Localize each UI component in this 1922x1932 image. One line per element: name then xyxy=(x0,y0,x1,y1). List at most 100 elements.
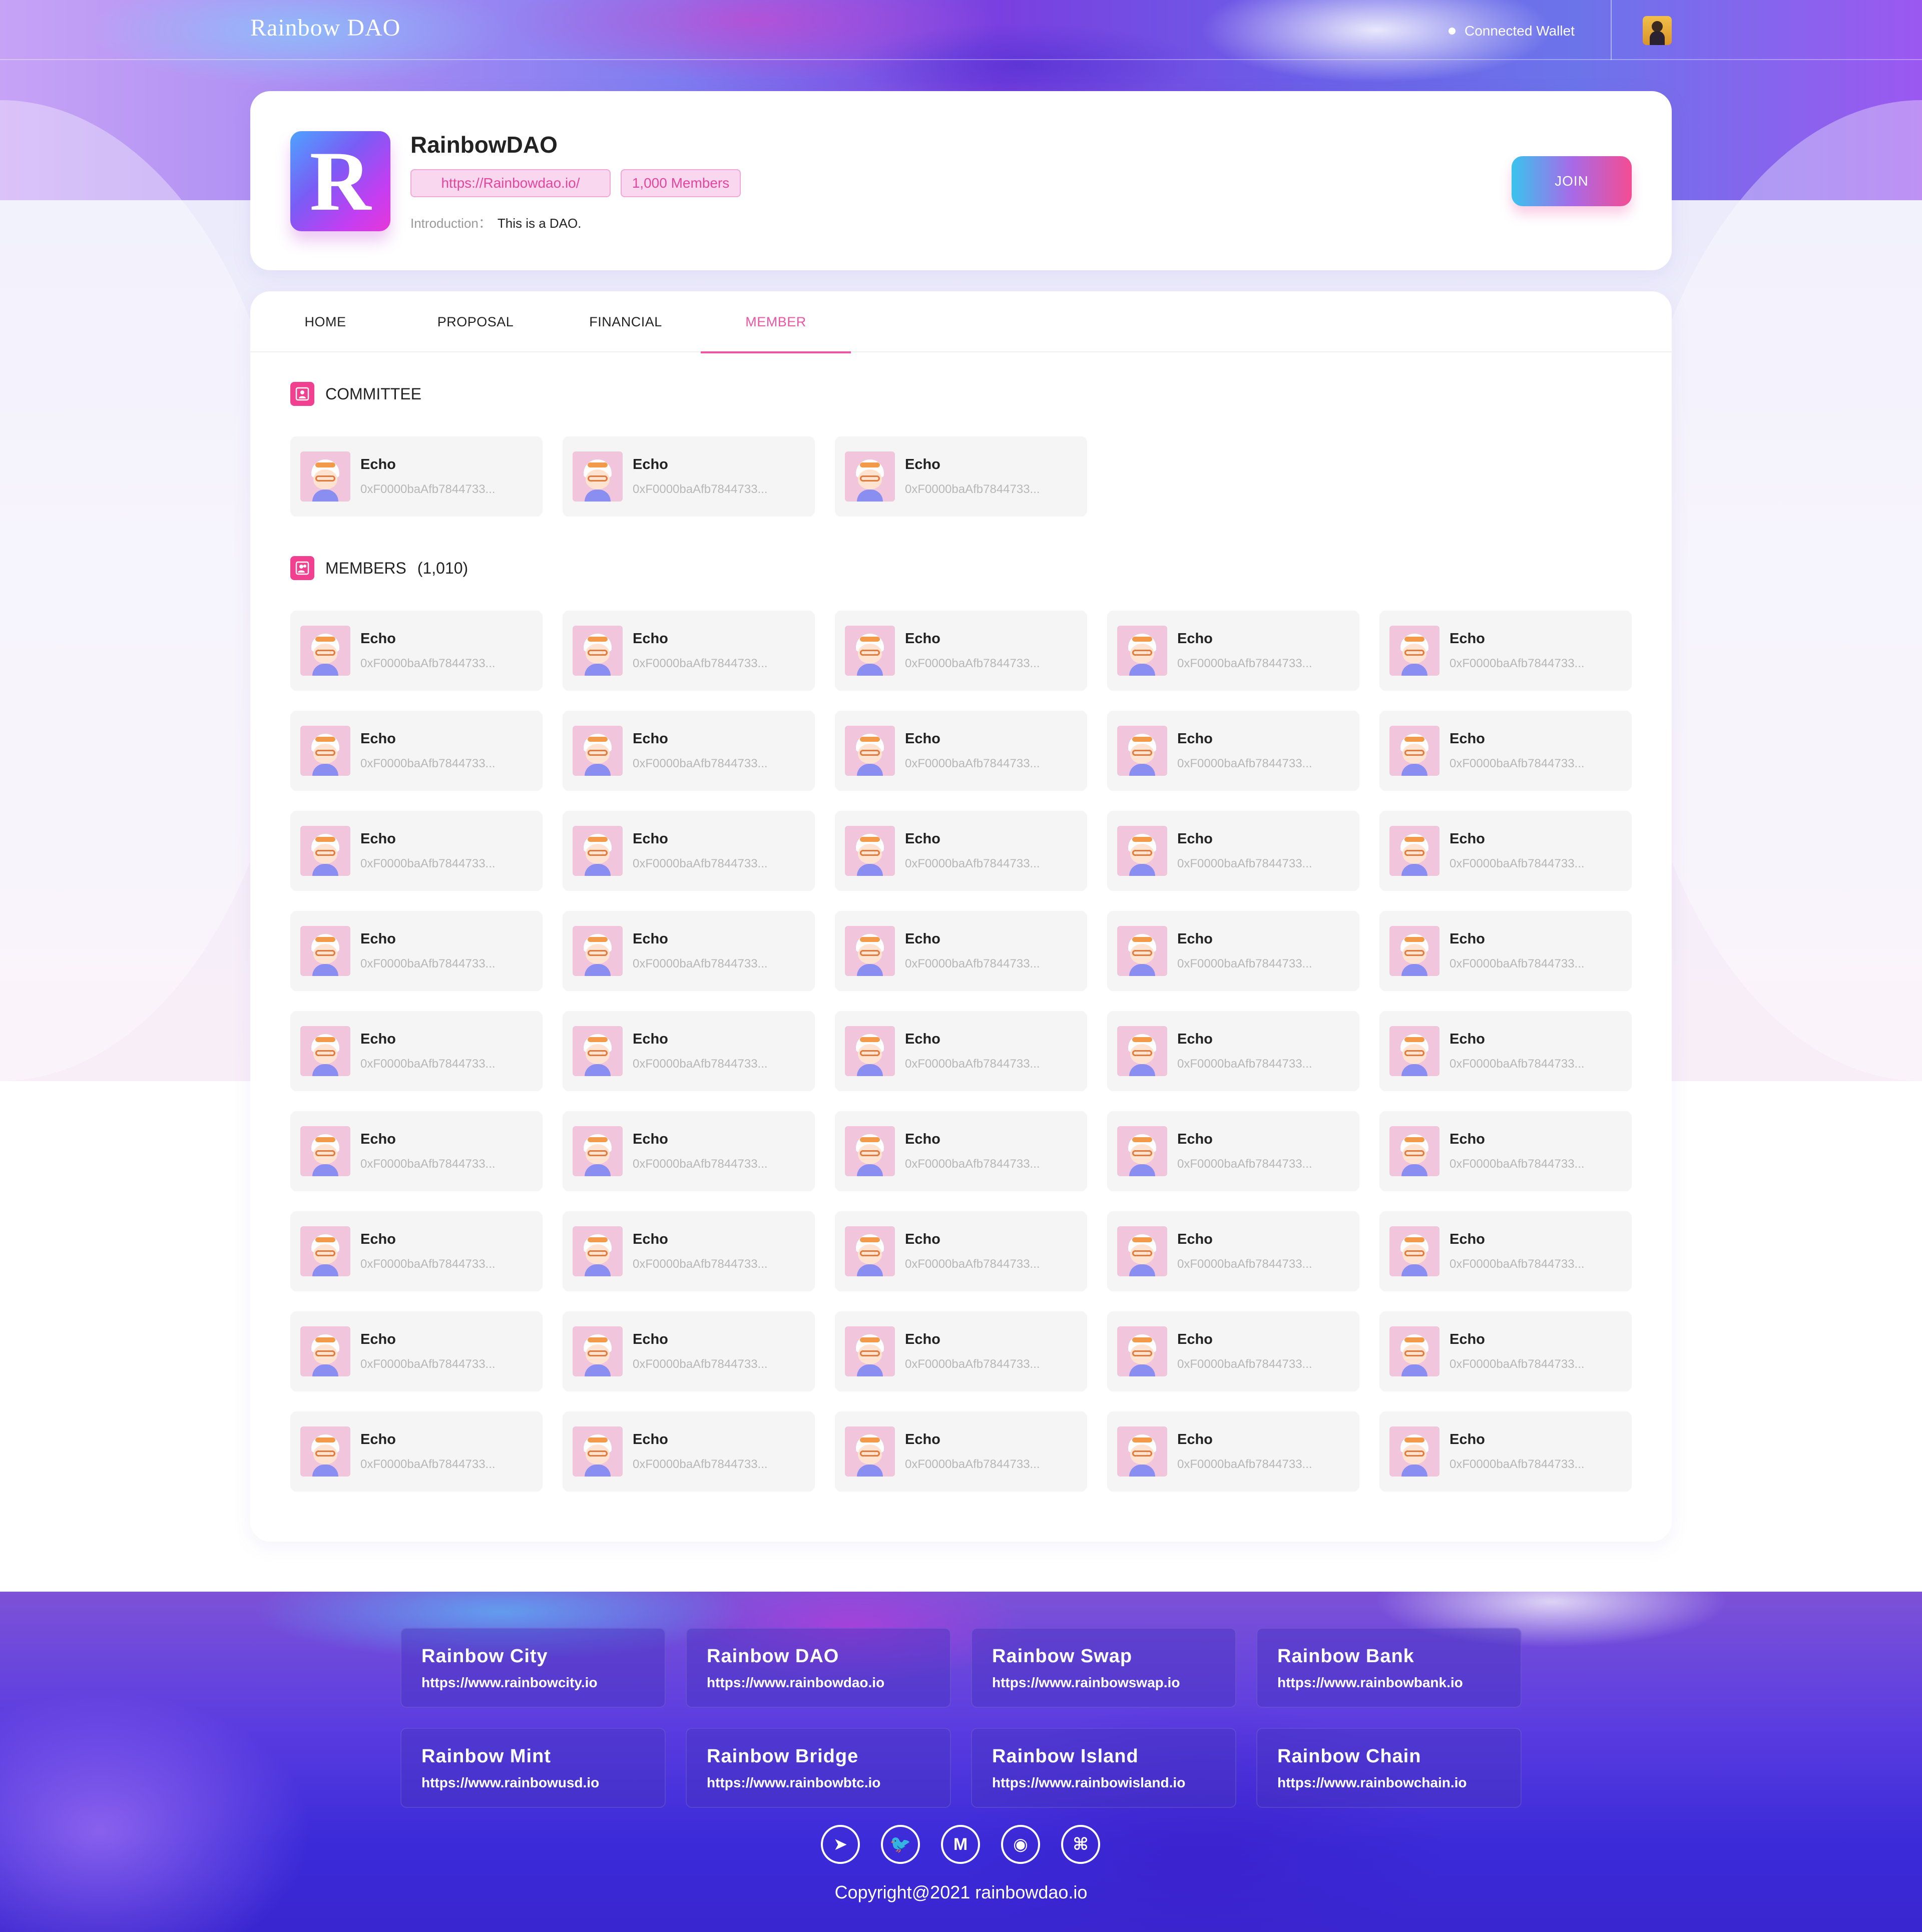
join-button[interactable]: JOIN xyxy=(1512,156,1632,206)
member-address: 0xF0000baAfb7844733... xyxy=(1177,1357,1312,1371)
member-name: Echo xyxy=(360,1031,396,1047)
tab-financial[interactable]: FINANCIAL xyxy=(551,291,701,352)
member-avatar-icon xyxy=(1117,1026,1167,1076)
member-card[interactable]: Echo 0xF0000baAfb7844733... xyxy=(563,911,815,991)
discord-icon[interactable]: ◉ xyxy=(1001,1825,1040,1864)
member-card[interactable]: Echo 0xF0000baAfb7844733... xyxy=(563,611,815,691)
member-card[interactable]: Echo 0xF0000baAfb7844733... xyxy=(835,911,1087,991)
member-card[interactable]: Echo 0xF0000baAfb7844733... xyxy=(563,811,815,891)
member-address: 0xF0000baAfb7844733... xyxy=(1450,1257,1585,1271)
member-card[interactable]: Echo 0xF0000baAfb7844733... xyxy=(1379,711,1632,791)
member-card[interactable]: Echo 0xF0000baAfb7844733... xyxy=(290,711,543,791)
member-card[interactable]: Echo 0xF0000baAfb7844733... xyxy=(290,436,543,517)
member-address: 0xF0000baAfb7844733... xyxy=(905,482,1040,496)
member-name: Echo xyxy=(360,1231,396,1247)
member-card[interactable]: Echo 0xF0000baAfb7844733... xyxy=(835,611,1087,691)
member-address: 0xF0000baAfb7844733... xyxy=(905,1057,1040,1071)
footer-link-rainbow-mint[interactable]: Rainbow Mint https://www.rainbowusd.io xyxy=(400,1728,666,1808)
member-address: 0xF0000baAfb7844733... xyxy=(360,1157,496,1171)
social-links: ➤ 🐦 M ◉ ⌘ xyxy=(821,1825,1101,1865)
member-card[interactable]: Echo 0xF0000baAfb7844733... xyxy=(563,1411,815,1492)
footer-link-title: Rainbow Island xyxy=(992,1746,1139,1767)
member-name: Echo xyxy=(1177,931,1213,947)
member-card[interactable]: Echo 0xF0000baAfb7844733... xyxy=(1107,1011,1359,1091)
member-card[interactable]: Echo 0xF0000baAfb7844733... xyxy=(1379,811,1632,891)
member-card[interactable]: Echo 0xF0000baAfb7844733... xyxy=(290,811,543,891)
twitter-icon[interactable]: 🐦 xyxy=(881,1825,920,1864)
member-card[interactable]: Echo 0xF0000baAfb7844733... xyxy=(1379,1011,1632,1091)
member-card[interactable]: Echo 0xF0000baAfb7844733... xyxy=(290,611,543,691)
footer-link-url: https://www.rainbowusd.io xyxy=(421,1775,600,1790)
github-icon[interactable]: ⌘ xyxy=(1061,1825,1100,1864)
member-card[interactable]: Echo 0xF0000baAfb7844733... xyxy=(290,1411,543,1492)
member-avatar-icon xyxy=(300,926,350,976)
footer-link-rainbow-island[interactable]: Rainbow Island https://www.rainbowisland.… xyxy=(971,1728,1236,1808)
member-avatar-icon xyxy=(845,1226,895,1276)
header-divider xyxy=(1611,0,1612,60)
telegram-icon[interactable]: ➤ xyxy=(821,1825,860,1864)
member-name: Echo xyxy=(360,456,396,472)
user-avatar-icon[interactable] xyxy=(1643,16,1672,45)
member-card[interactable]: Echo 0xF0000baAfb7844733... xyxy=(563,1311,815,1391)
member-card[interactable]: Echo 0xF0000baAfb7844733... xyxy=(835,1111,1087,1191)
member-card[interactable]: Echo 0xF0000baAfb7844733... xyxy=(835,436,1087,517)
site-logo[interactable]: Rainbow DAO xyxy=(250,14,400,44)
member-card[interactable]: Echo 0xF0000baAfb7844733... xyxy=(1107,811,1359,891)
member-card[interactable]: Echo 0xF0000baAfb7844733... xyxy=(1379,1111,1632,1191)
member-card[interactable]: Echo 0xF0000baAfb7844733... xyxy=(290,1011,543,1091)
member-card[interactable]: Echo 0xF0000baAfb7844733... xyxy=(835,1311,1087,1391)
member-name: Echo xyxy=(1450,1131,1485,1147)
member-card[interactable]: Echo 0xF0000baAfb7844733... xyxy=(835,711,1087,791)
member-card[interactable]: Echo 0xF0000baAfb7844733... xyxy=(563,436,815,517)
medium-icon[interactable]: M xyxy=(941,1825,980,1864)
member-card[interactable]: Echo 0xF0000baAfb7844733... xyxy=(290,1211,543,1291)
member-avatar-icon xyxy=(1389,1326,1439,1376)
member-card[interactable]: Echo 0xF0000baAfb7844733... xyxy=(1379,1311,1632,1391)
member-avatar-icon xyxy=(300,726,350,776)
member-card[interactable]: Echo 0xF0000baAfb7844733... xyxy=(1107,1111,1359,1191)
member-card[interactable]: Echo 0xF0000baAfb7844733... xyxy=(1379,611,1632,691)
member-card[interactable]: Echo 0xF0000baAfb7844733... xyxy=(1107,1211,1359,1291)
member-card[interactable]: Echo 0xF0000baAfb7844733... xyxy=(1379,911,1632,991)
member-card[interactable]: Echo 0xF0000baAfb7844733... xyxy=(563,711,815,791)
footer-link-rainbow-bridge[interactable]: Rainbow Bridge https://www.rainbowbtc.io xyxy=(686,1728,951,1808)
member-card[interactable]: Echo 0xF0000baAfb7844733... xyxy=(1379,1211,1632,1291)
member-card[interactable]: Echo 0xF0000baAfb7844733... xyxy=(1107,611,1359,691)
member-address: 0xF0000baAfb7844733... xyxy=(360,657,496,670)
member-name: Echo xyxy=(905,1331,940,1347)
member-card[interactable]: Echo 0xF0000baAfb7844733... xyxy=(1107,1311,1359,1391)
member-card[interactable]: Echo 0xF0000baAfb7844733... xyxy=(563,1011,815,1091)
footer-link-title: Rainbow Swap xyxy=(992,1646,1133,1667)
footer-link-rainbow-swap[interactable]: Rainbow Swap https://www.rainbowswap.io xyxy=(971,1628,1236,1708)
member-card[interactable]: Echo 0xF0000baAfb7844733... xyxy=(563,1211,815,1291)
footer-link-rainbow-bank[interactable]: Rainbow Bank https://www.rainbowbank.io xyxy=(1256,1628,1522,1708)
member-address: 0xF0000baAfb7844733... xyxy=(360,482,496,496)
member-card[interactable]: Echo 0xF0000baAfb7844733... xyxy=(1107,711,1359,791)
member-name: Echo xyxy=(633,931,668,947)
member-card[interactable]: Echo 0xF0000baAfb7844733... xyxy=(1379,1411,1632,1492)
member-card[interactable]: Echo 0xF0000baAfb7844733... xyxy=(290,1311,543,1391)
member-card[interactable]: Echo 0xF0000baAfb7844733... xyxy=(1107,1411,1359,1492)
member-card[interactable]: Echo 0xF0000baAfb7844733... xyxy=(835,1011,1087,1091)
member-avatar-icon xyxy=(300,1326,350,1376)
dao-url-link[interactable]: https://Rainbowdao.io/ xyxy=(410,169,611,197)
tab-member[interactable]: MEMBER xyxy=(701,291,851,353)
member-card[interactable]: Echo 0xF0000baAfb7844733... xyxy=(290,911,543,991)
member-card[interactable]: Echo 0xF0000baAfb7844733... xyxy=(563,1111,815,1191)
member-card[interactable]: Echo 0xF0000baAfb7844733... xyxy=(1107,911,1359,991)
member-card[interactable]: Echo 0xF0000baAfb7844733... xyxy=(290,1111,543,1191)
wallet-status[interactable]: Connected Wallet xyxy=(1449,21,1575,41)
member-avatar-icon xyxy=(573,926,623,976)
member-card[interactable]: Echo 0xF0000baAfb7844733... xyxy=(835,1211,1087,1291)
footer-link-rainbow-city[interactable]: Rainbow City https://www.rainbowcity.io xyxy=(400,1628,666,1708)
member-card[interactable]: Echo 0xF0000baAfb7844733... xyxy=(835,811,1087,891)
footer-link-rainbow-chain[interactable]: Rainbow Chain https://www.rainbowchain.io xyxy=(1256,1728,1522,1808)
dao-tabs: HOME PROPOSAL FINANCIAL MEMBER xyxy=(250,291,1672,353)
footer-link-rainbow-dao[interactable]: Rainbow DAO https://www.rainbowdao.io xyxy=(686,1628,951,1708)
member-address: 0xF0000baAfb7844733... xyxy=(1450,1057,1585,1071)
member-avatar-icon xyxy=(300,451,350,502)
member-card[interactable]: Echo 0xF0000baAfb7844733... xyxy=(835,1411,1087,1492)
member-address: 0xF0000baAfb7844733... xyxy=(360,1057,496,1071)
tab-proposal[interactable]: PROPOSAL xyxy=(400,291,551,352)
tab-home[interactable]: HOME xyxy=(250,291,400,352)
